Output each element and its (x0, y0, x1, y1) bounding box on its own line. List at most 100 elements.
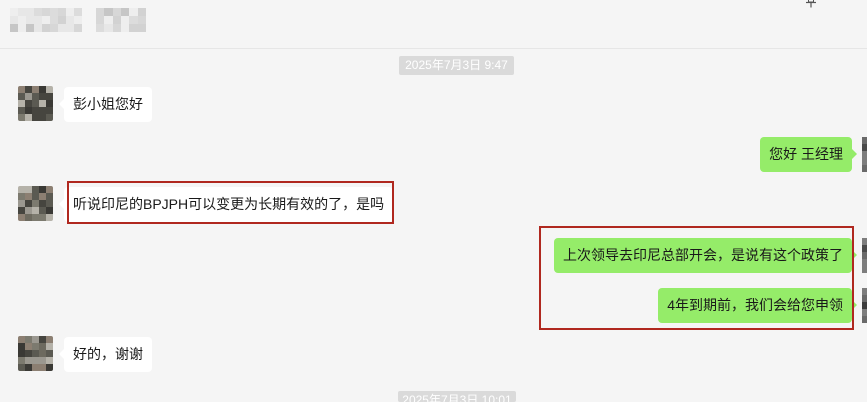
mosaic-cell (862, 302, 867, 309)
mosaic-cell (25, 364, 32, 371)
mosaic-cell (120, 8, 130, 16)
mosaic-cell (32, 343, 39, 350)
mosaic-cell (862, 158, 867, 165)
mosaic-cell (32, 107, 39, 114)
mosaic-cell (25, 100, 32, 107)
mosaic-cell (34, 8, 42, 16)
mosaic-cell (18, 193, 25, 200)
mosaic-cell (25, 336, 32, 343)
mosaic-cell (18, 350, 25, 357)
mosaic-cell (32, 186, 39, 193)
message-bubble[interactable]: 上次领导去印尼总部开会，是说有这个政策了 (554, 238, 857, 273)
mosaic-cell (32, 336, 39, 343)
mosaic-cell (26, 24, 34, 32)
mosaic-cell (39, 350, 46, 357)
message-bubble[interactable]: 4年到期前，我们会给您申领 (658, 288, 857, 323)
mosaic-cell (25, 193, 32, 200)
mosaic-cell (862, 288, 867, 295)
mosaic-cell (46, 93, 53, 100)
mosaic-cell (32, 100, 39, 107)
mosaic-cell (18, 186, 25, 193)
contact-avatar[interactable] (18, 186, 53, 221)
pin-icon[interactable] (805, 0, 817, 8)
contact-avatar[interactable] (18, 86, 53, 121)
mosaic-cell (18, 357, 25, 364)
mosaic-cell (137, 16, 146, 24)
mosaic-cell (32, 93, 39, 100)
mosaic-cell (39, 364, 46, 371)
message-bubble[interactable]: 好的，谢谢 (59, 337, 152, 372)
mosaic-cell (58, 16, 66, 24)
mosaic-cell (104, 8, 113, 16)
mosaic-cell (58, 24, 66, 32)
mosaic-cell (32, 207, 39, 214)
mosaic-cell (25, 186, 32, 193)
mosaic-cell (46, 193, 53, 200)
mosaic-cell (862, 137, 867, 144)
mosaic-cell (39, 193, 46, 200)
mosaic-cell (46, 86, 53, 93)
mosaic-cell (18, 86, 25, 93)
mosaic-cell (112, 24, 121, 32)
mosaic-cell (39, 336, 46, 343)
mosaic-cell (862, 238, 867, 245)
mosaic-cell (32, 193, 39, 200)
chat-window: 2025年7月3日 9:47 彭小姐您好 您好 王经理 听说印尼的BPJPH可以… (0, 0, 867, 402)
mosaic-cell (32, 86, 39, 93)
mosaic-cell (46, 107, 53, 114)
mosaic-cell (25, 93, 32, 100)
mosaic-cell (112, 16, 121, 24)
mosaic-cell (39, 200, 46, 207)
message-bubble[interactable]: 彭小姐您好 (59, 87, 152, 122)
self-avatar[interactable] (862, 137, 867, 172)
contact-avatar[interactable] (18, 336, 53, 371)
mosaic-cell (862, 316, 867, 323)
mosaic-cell (25, 214, 32, 221)
mosaic-cell (862, 165, 867, 172)
mosaic-cell (58, 8, 66, 16)
mosaic-cell (129, 24, 138, 32)
mosaic-cell (32, 364, 39, 371)
mosaic-cell (32, 357, 39, 364)
mosaic-cell (18, 343, 25, 350)
mosaic-cell (39, 93, 46, 100)
message-bubble[interactable]: 您好 王经理 (760, 137, 857, 172)
mosaic-cell (46, 100, 53, 107)
mosaic-cell (46, 336, 53, 343)
mosaic-cell (96, 8, 105, 16)
mosaic-cell (25, 343, 32, 350)
mosaic-cell (18, 107, 25, 114)
mosaic-cell (18, 100, 25, 107)
self-avatar[interactable] (862, 238, 867, 273)
mosaic-cell (10, 16, 18, 24)
message-bubble[interactable]: 听说印尼的BPJPH可以变更为长期有效的了，是吗 (58, 187, 394, 222)
mosaic-cell (862, 144, 867, 151)
mosaic-cell (74, 24, 82, 32)
mosaic-cell (120, 16, 130, 24)
mosaic-cell (25, 350, 32, 357)
contact-name-redacted (10, 8, 82, 32)
mosaic-cell (18, 24, 26, 32)
mosaic-cell (42, 24, 50, 32)
mosaic-cell (39, 214, 46, 221)
mosaic-cell (46, 364, 53, 371)
mosaic-cell (25, 86, 32, 93)
mosaic-cell (129, 16, 138, 24)
mosaic-cell (18, 114, 25, 121)
mosaic-cell (26, 16, 34, 24)
self-avatar[interactable] (862, 288, 867, 323)
mosaic-cell (46, 343, 53, 350)
mosaic-cell (129, 8, 138, 16)
mosaic-cell (34, 16, 42, 24)
contact-name-redacted (96, 8, 146, 32)
mosaic-cell (18, 16, 26, 24)
timestamp: 2025年7月3日 10:01 (398, 391, 516, 402)
mosaic-cell (104, 24, 113, 32)
mosaic-cell (862, 151, 867, 158)
mosaic-cell (862, 245, 867, 252)
mosaic-cell (96, 24, 105, 32)
mosaic-cell (39, 207, 46, 214)
mosaic-cell (46, 200, 53, 207)
mosaic-cell (39, 86, 46, 93)
mosaic-cell (26, 8, 34, 16)
